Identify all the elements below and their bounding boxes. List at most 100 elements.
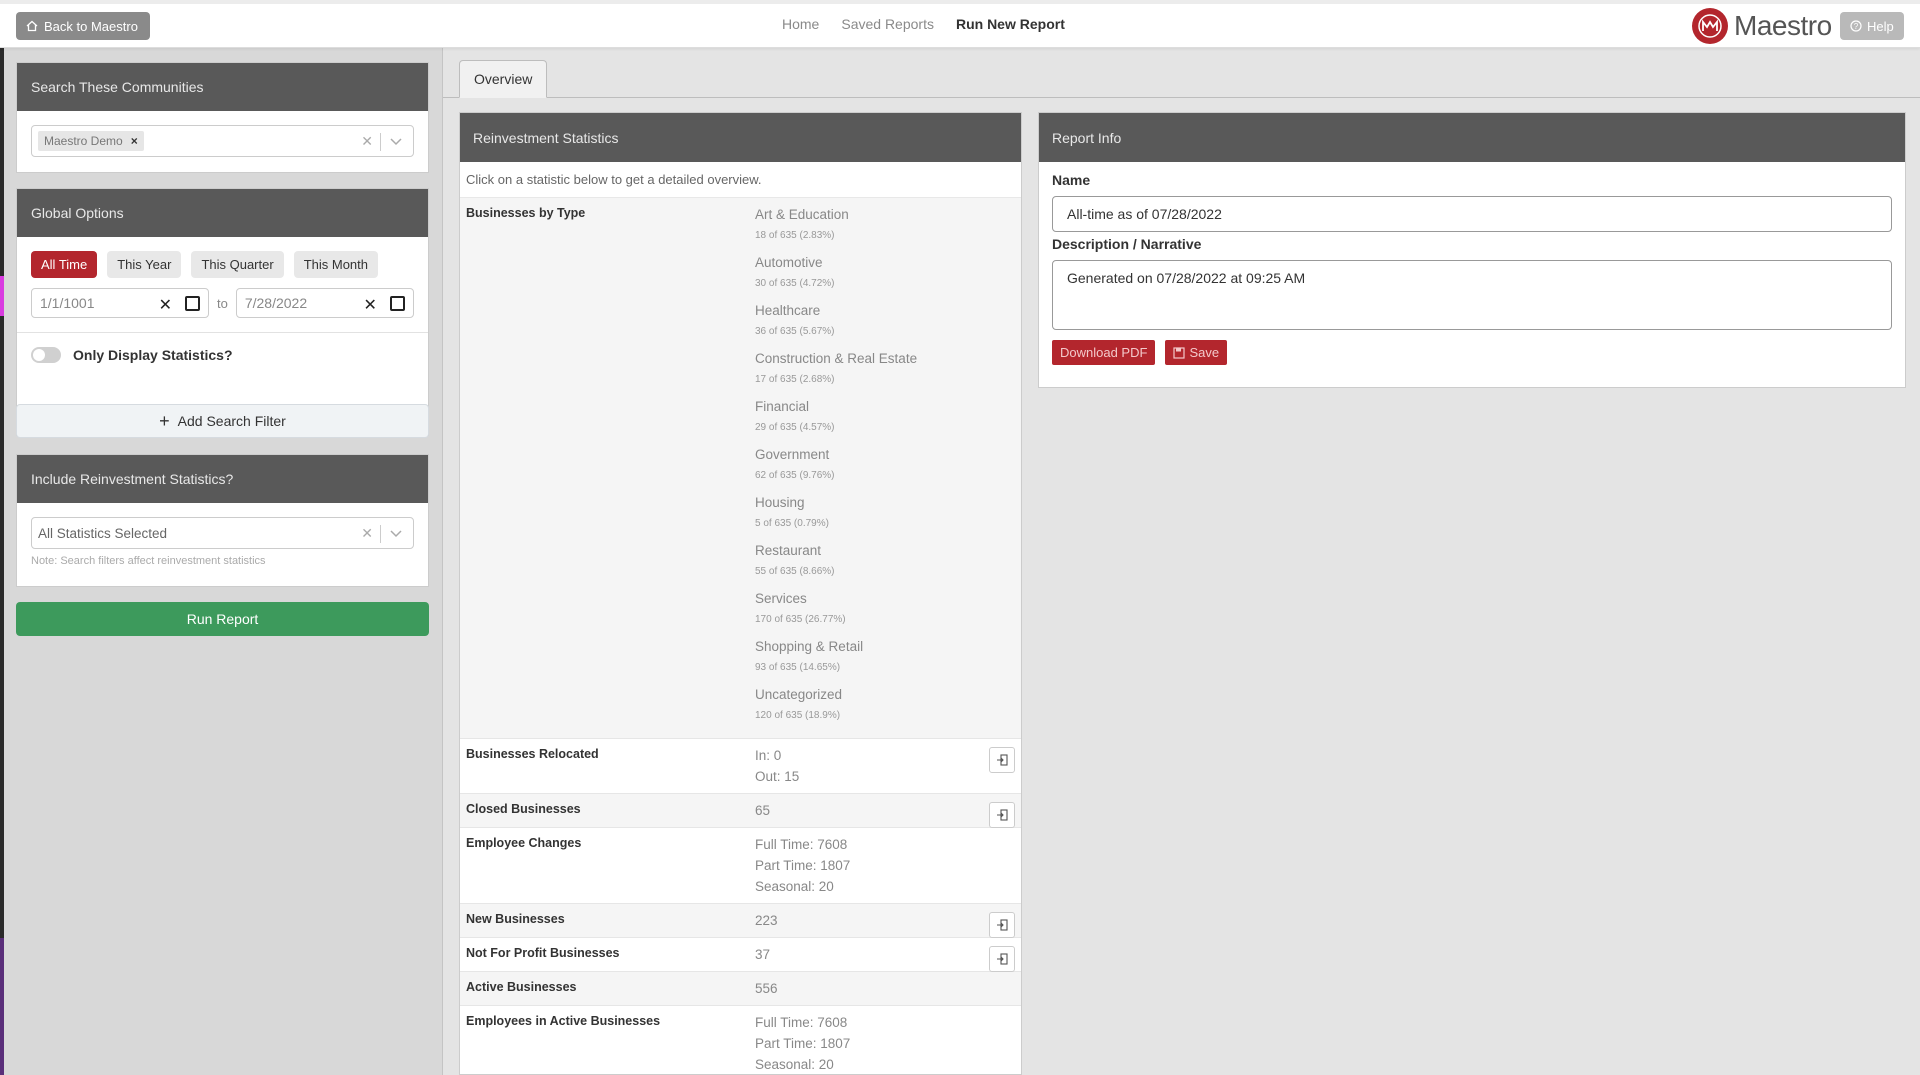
clear-icon[interactable]: ✕ xyxy=(361,133,373,150)
stat-value: 223 xyxy=(755,913,778,928)
start-date-input[interactable]: 1/1/1001 ✕ xyxy=(31,288,209,318)
global-options-panel: Global Options All Time This Year This Q… xyxy=(16,188,429,436)
business-type-count: 5 of 635 (0.79%) xyxy=(755,518,829,529)
help-button[interactable]: ? Help xyxy=(1840,12,1904,40)
back-to-maestro-button[interactable]: Back to Maestro xyxy=(16,12,150,40)
save-button[interactable]: Save xyxy=(1165,340,1228,365)
business-type-item[interactable]: Housing 5 of 635 (0.79%) xyxy=(755,492,1021,534)
stat-label: Businesses Relocated xyxy=(466,747,599,761)
open-detail-icon[interactable] xyxy=(989,747,1015,773)
home-icon xyxy=(26,20,38,32)
chevron-down-icon[interactable] xyxy=(389,134,403,148)
report-info-title: Report Info xyxy=(1039,113,1905,162)
communities-select[interactable]: Maestro Demo × ✕ xyxy=(31,125,414,157)
stat-row[interactable]: Employee Changes Full Time: 7608 Part Time… xyxy=(460,828,1021,904)
business-type-name: Uncategorized xyxy=(755,687,843,702)
stat-row-businesses-by-type[interactable]: Businesses by Type Art & Education 18 of … xyxy=(460,198,1021,739)
brand-name: Maestro xyxy=(1734,10,1832,41)
stat-row[interactable]: Businesses Relocated In: 0 Out: 15 xyxy=(460,739,1021,794)
clear-end-date-icon[interactable]: ✕ xyxy=(363,295,376,315)
stats-only-toggle[interactable] xyxy=(31,347,61,363)
community-chip: Maestro Demo × xyxy=(38,131,144,151)
date-to-label: to xyxy=(217,295,228,311)
report-name-input[interactable]: All-time as of 07/28/2022 xyxy=(1052,196,1892,232)
reinvestment-title: Include Reinvestment Statistics? xyxy=(17,455,428,503)
clear-icon[interactable]: ✕ xyxy=(361,525,373,542)
stat-value: 556 xyxy=(755,981,778,996)
business-type-count: 18 of 635 (2.83%) xyxy=(755,230,835,241)
back-label: Back to Maestro xyxy=(44,18,138,34)
open-detail-icon[interactable] xyxy=(989,802,1015,828)
range-this-year-button[interactable]: This Year xyxy=(107,251,182,278)
business-type-name: Automotive xyxy=(755,255,823,270)
global-options-title: Global Options xyxy=(17,189,428,237)
business-type-item[interactable]: Art & Education 18 of 635 (2.83%) xyxy=(755,204,1021,246)
business-type-item[interactable]: Uncategorized 120 of 635 (18.9%) xyxy=(755,684,1021,726)
stat-value: Seasonal: 20 xyxy=(755,1057,834,1072)
window-edge xyxy=(0,48,4,1075)
reinvestment-note: Note: Search filters affect reinvestment… xyxy=(31,555,266,567)
business-type-item[interactable]: Construction & Real Estate 17 of 635 (2.6… xyxy=(755,348,1021,390)
floppy-disk-icon xyxy=(1173,346,1186,359)
business-type-name: Housing xyxy=(755,495,805,510)
add-filter-label: Add Search Filter xyxy=(177,413,286,429)
business-type-item[interactable]: Shopping & Retail 93 of 635 (14.65%) xyxy=(755,636,1021,678)
stat-row[interactable]: Closed Businesses 65 xyxy=(460,794,1021,828)
stat-values: Full Time: 7608 Part Time: 1807 Seasonal: … xyxy=(755,1006,1021,1074)
clear-start-date-icon[interactable]: ✕ xyxy=(159,295,172,315)
open-detail-icon[interactable] xyxy=(989,946,1015,972)
business-type-count: 93 of 635 (14.65%) xyxy=(755,662,841,673)
chip-remove-icon[interactable]: × xyxy=(131,134,138,148)
maestro-logo[interactable]: Maestro xyxy=(1692,8,1832,44)
stats-intro: Click on a statistic below to get a deta… xyxy=(460,162,1021,198)
stat-value: 65 xyxy=(755,803,771,818)
report-description-textarea[interactable]: Generated on 07/28/2022 at 09:25 AM xyxy=(1052,260,1892,330)
add-search-filter-button[interactable]: + Add Search Filter xyxy=(16,404,429,438)
business-type-item[interactable]: Automotive 30 of 635 (4.72%) xyxy=(755,252,1021,294)
range-this-quarter-button[interactable]: This Quarter xyxy=(191,251,284,278)
description-label: Description / Narrative xyxy=(1052,236,1202,252)
run-report-button[interactable]: Run Report xyxy=(16,602,429,636)
download-pdf-button[interactable]: Download PDF xyxy=(1052,340,1156,365)
range-all-time-button[interactable]: All Time xyxy=(31,251,98,278)
range-this-month-button[interactable]: This Month xyxy=(293,251,378,278)
stat-row[interactable]: Not For Profit Businesses 37 xyxy=(460,938,1021,972)
report-actions: Download PDF Save xyxy=(1052,340,1892,365)
business-type-name: Restaurant xyxy=(755,543,822,558)
business-type-item[interactable]: Restaurant 55 of 635 (8.66%) xyxy=(755,540,1021,582)
calendar-icon[interactable] xyxy=(389,296,405,311)
business-type-count: 17 of 635 (2.68%) xyxy=(755,374,835,385)
plus-icon: + xyxy=(159,411,170,431)
business-type-item[interactable]: Healthcare 36 of 635 (5.67%) xyxy=(755,300,1021,342)
business-type-name: Financial xyxy=(755,399,810,414)
stats-list: Businesses by Type Art & Education 18 of … xyxy=(460,198,1021,1074)
end-date-input[interactable]: 7/28/2022 ✕ xyxy=(235,288,414,318)
community-chip-label: Maestro Demo xyxy=(44,134,123,148)
stat-row[interactable]: Active Businesses 556 xyxy=(460,972,1021,1006)
business-type-item[interactable]: Government 62 of 635 (9.76%) xyxy=(755,444,1021,486)
reinvestment-select[interactable]: All Statistics Selected ✕ xyxy=(31,517,414,549)
open-detail-icon[interactable] xyxy=(989,912,1015,938)
stat-value: 37 xyxy=(755,947,771,962)
business-type-item[interactable]: Services 170 of 635 (26.77%) xyxy=(755,588,1021,630)
business-type-name: Art & Education xyxy=(755,207,849,222)
calendar-icon[interactable] xyxy=(185,296,200,311)
sidebar: Search These Communities Maestro Demo × … xyxy=(0,48,443,1075)
end-date-value: 7/28/2022 xyxy=(244,295,308,311)
business-type-item[interactable]: Financial 29 of 635 (4.57%) xyxy=(755,396,1021,438)
stat-value: In: 0 xyxy=(755,748,782,763)
stat-label: Not For Profit Businesses xyxy=(466,946,620,960)
chevron-down-icon[interactable] xyxy=(389,526,403,540)
nav-home[interactable]: Home xyxy=(782,16,819,32)
tab-overview[interactable]: Overview xyxy=(459,60,548,98)
business-type-count: 120 of 635 (18.9%) xyxy=(755,710,841,721)
stat-values: 37 xyxy=(755,938,1021,971)
nav-run-new-report[interactable]: Run New Report xyxy=(956,16,1065,32)
nav-saved-reports[interactable]: Saved Reports xyxy=(841,16,934,32)
business-type-name: Shopping & Retail xyxy=(755,639,864,654)
stat-value: Full Time: 7608 xyxy=(755,1015,848,1030)
stat-row[interactable]: Employees in Active Businesses Full Time:… xyxy=(460,1006,1021,1074)
report-info-panel: Report Info Name All-time as of 07/28/20… xyxy=(1038,112,1906,388)
stat-label: Businesses by Type xyxy=(466,206,586,220)
stat-row[interactable]: New Businesses 223 xyxy=(460,904,1021,938)
